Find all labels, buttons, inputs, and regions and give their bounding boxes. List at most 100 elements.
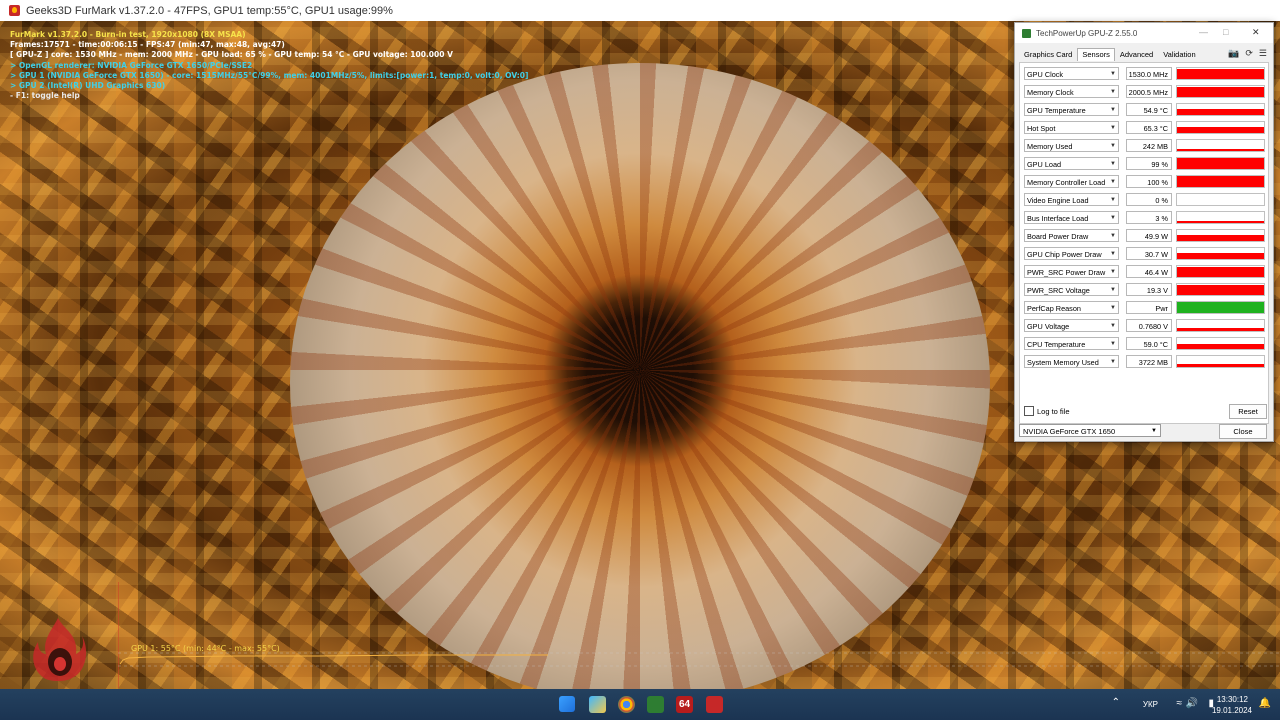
- refresh-icon[interactable]: ⟳: [1245, 48, 1253, 59]
- log-to-file-row[interactable]: Log to file: [1024, 406, 1070, 416]
- gpuz-window[interactable]: TechPowerUp GPU-Z 2.55.0 — □ ✕ Graphics …: [1014, 22, 1274, 442]
- sensor-name: Memory Controller Load: [1027, 178, 1106, 187]
- sensor-row: Bus Interface Load ▼ 3 %: [1024, 211, 1267, 225]
- sensor-value: 49.9 W: [1126, 229, 1172, 242]
- sensor-graph-fill: [1177, 87, 1264, 97]
- sensor-name-dropdown[interactable]: Memory Used ▼: [1024, 139, 1119, 152]
- wifi-icon[interactable]: ≈: [1177, 698, 1183, 709]
- minimize-icon[interactable]: —: [1199, 27, 1208, 37]
- close-button[interactable]: Close: [1219, 424, 1267, 439]
- chevron-down-icon: ▼: [1110, 341, 1116, 347]
- sensor-row: Video Engine Load ▼ 0 %: [1024, 193, 1267, 207]
- chevron-down-icon: ▼: [1110, 287, 1116, 293]
- sensor-value: 54.9 °C: [1126, 103, 1172, 116]
- sensor-name-dropdown[interactable]: Hot Spot ▼: [1024, 121, 1119, 134]
- chevron-down-icon: ▼: [1110, 197, 1116, 203]
- chevron-down-icon: ▼: [1110, 125, 1116, 131]
- sensor-name-dropdown[interactable]: Memory Controller Load ▼: [1024, 175, 1119, 188]
- chevron-down-icon: ▼: [1110, 71, 1116, 77]
- sensor-graph: [1176, 355, 1265, 368]
- sensor-graph-fill: [1177, 221, 1264, 223]
- chevron-up-icon[interactable]: ⌃: [1112, 697, 1120, 708]
- sensor-name: GPU Voltage: [1027, 322, 1070, 331]
- gpu-temperature-graph: [118, 582, 1280, 688]
- tab-advanced[interactable]: Advanced: [1115, 48, 1158, 61]
- sensor-name-dropdown[interactable]: System Memory Used ▼: [1024, 355, 1119, 368]
- windows-start-icon[interactable]: [559, 696, 575, 712]
- sensor-graph: [1176, 337, 1265, 350]
- gpu-select-value: NVIDIA GeForce GTX 1650: [1023, 427, 1116, 436]
- chevron-down-icon: ▼: [1110, 359, 1116, 365]
- sensor-row: Memory Controller Load ▼ 100 %: [1024, 175, 1267, 189]
- sensor-name: PWR_SRC Power Draw: [1027, 268, 1106, 277]
- sensor-row: Hot Spot ▼ 65.3 °C: [1024, 121, 1267, 135]
- sensor-name-dropdown[interactable]: PWR_SRC Voltage ▼: [1024, 283, 1119, 296]
- sensor-graph-fill: [1177, 328, 1264, 331]
- overlay-line: FurMark v1.37.2.0 - Burn-in test, 1920x1…: [10, 30, 246, 39]
- gpuz-titlebar[interactable]: TechPowerUp GPU-Z 2.55.0 — □ ✕: [1015, 23, 1273, 43]
- sensor-graph-fill: [1177, 235, 1264, 241]
- sensor-name-dropdown[interactable]: PerfCap Reason ▼: [1024, 301, 1119, 314]
- menu-icon[interactable]: ☰: [1259, 48, 1267, 59]
- camera-icon[interactable]: 📷: [1228, 48, 1239, 59]
- tab-graphics-card[interactable]: Graphics Card: [1019, 48, 1077, 61]
- notification-bell-icon[interactable]: 🔔: [1259, 698, 1271, 709]
- furmark-window-title: Geeks3D FurMark v1.37.2.0 - 47FPS, GPU1 …: [26, 4, 393, 17]
- sensor-name-dropdown[interactable]: GPU Clock ▼: [1024, 67, 1119, 80]
- chevron-down-icon: ▼: [1110, 305, 1116, 311]
- sensor-name: GPU Load: [1027, 160, 1062, 169]
- sensor-graph-fill: [1177, 302, 1264, 313]
- sensor-name: Video Engine Load: [1027, 196, 1089, 205]
- sensor-value: 100 %: [1126, 175, 1172, 188]
- sensor-value: 59.0 °C: [1126, 337, 1172, 350]
- sensor-value: 242 MB: [1126, 139, 1172, 152]
- sensor-row: GPU Chip Power Draw ▼ 30.7 W: [1024, 247, 1267, 261]
- tab-sensors[interactable]: Sensors: [1077, 48, 1115, 61]
- sensor-value: Pwr: [1126, 301, 1172, 314]
- sensor-graph: [1176, 211, 1265, 224]
- sensor-name-dropdown[interactable]: GPU Chip Power Draw ▼: [1024, 247, 1119, 260]
- sensor-name-dropdown[interactable]: GPU Temperature ▼: [1024, 103, 1119, 116]
- furmark-titlebar[interactable]: Geeks3D FurMark v1.37.2.0 - 47FPS, GPU1 …: [0, 0, 1280, 22]
- clock-time[interactable]: 13:30:12: [1217, 695, 1248, 704]
- chevron-down-icon: ▼: [1110, 161, 1116, 167]
- sensor-name-dropdown[interactable]: GPU Load ▼: [1024, 157, 1119, 170]
- gpu-select-dropdown[interactable]: NVIDIA GeForce GTX 1650 ▼: [1019, 424, 1161, 437]
- overlay-line: > GPU 1 (NVIDIA GeForce GTX 1650) - core…: [10, 70, 529, 80]
- sensor-name-dropdown[interactable]: Memory Clock ▼: [1024, 85, 1119, 98]
- maximize-icon[interactable]: □: [1223, 27, 1228, 37]
- sensor-graph-fill: [1177, 149, 1264, 151]
- sensor-name: CPU Temperature: [1027, 340, 1086, 349]
- volume-icon[interactable]: 🔊: [1186, 698, 1198, 709]
- sensor-row: Memory Clock ▼ 2000.5 MHz: [1024, 85, 1267, 99]
- clock-date[interactable]: 19.01.2024: [1212, 706, 1252, 715]
- chevron-down-icon: ▼: [1151, 428, 1157, 434]
- log-to-file-checkbox[interactable]: [1024, 406, 1034, 416]
- sensor-graph-fill: [1177, 364, 1264, 367]
- chevron-down-icon: ▼: [1110, 107, 1116, 113]
- sensor-name-dropdown[interactable]: CPU Temperature ▼: [1024, 337, 1119, 350]
- sensor-name-dropdown[interactable]: Bus Interface Load ▼: [1024, 211, 1119, 224]
- tab-validation[interactable]: Validation: [1158, 48, 1200, 61]
- sensor-name-dropdown[interactable]: GPU Voltage ▼: [1024, 319, 1119, 332]
- reset-button[interactable]: Reset: [1229, 404, 1267, 419]
- sensor-value: 3722 MB: [1126, 355, 1172, 368]
- close-icon[interactable]: ✕: [1252, 27, 1260, 38]
- gpuz-taskbar-icon[interactable]: [647, 696, 664, 713]
- overlay-line: > GPU 2 (Intel(R) UHD Graphics 630): [10, 81, 166, 91]
- language-indicator[interactable]: УКР: [1143, 700, 1158, 709]
- sensor-value: 0.7680 V: [1126, 319, 1172, 332]
- sensor-name-dropdown[interactable]: PWR_SRC Power Draw ▼: [1024, 265, 1119, 278]
- chrome-icon[interactable]: [618, 696, 635, 713]
- furmark-taskbar-icon[interactable]: [706, 696, 723, 713]
- sensor-name: Memory Used: [1027, 142, 1073, 151]
- sensor-name: Board Power Draw: [1027, 232, 1089, 241]
- sensor-value: 3 %: [1126, 211, 1172, 224]
- aida64-icon[interactable]: 64: [676, 696, 693, 713]
- sensor-name-dropdown[interactable]: Board Power Draw ▼: [1024, 229, 1119, 242]
- copilot-icon[interactable]: [589, 696, 606, 713]
- sensor-name: Bus Interface Load: [1027, 214, 1089, 223]
- sensor-name-dropdown[interactable]: Video Engine Load ▼: [1024, 193, 1119, 206]
- sensor-value: 0 %: [1126, 193, 1172, 206]
- gpuz-tabs: Graphics Card Sensors Advanced Validatio…: [1019, 48, 1201, 61]
